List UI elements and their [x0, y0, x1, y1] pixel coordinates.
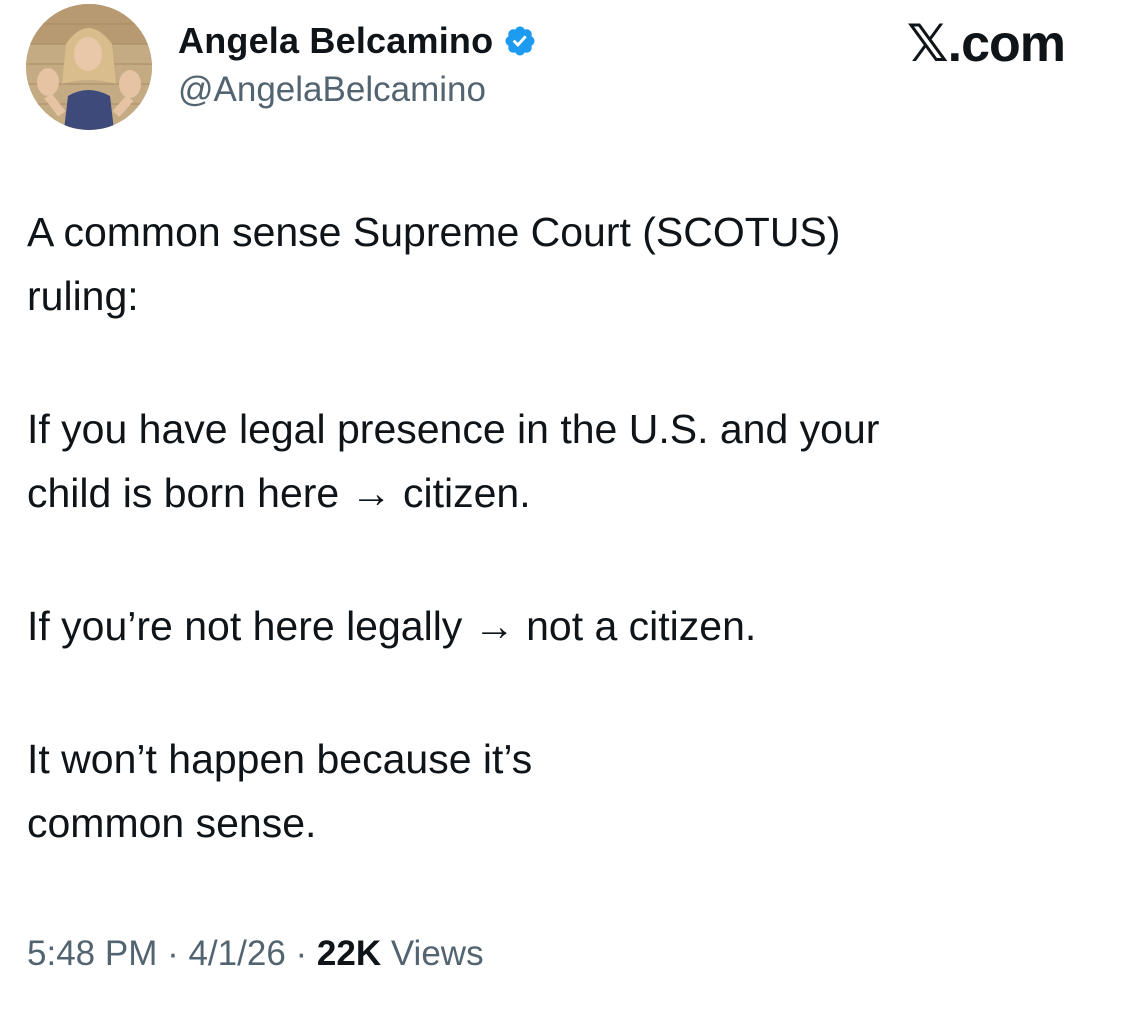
- author-handle[interactable]: @AngelaBelcamino: [178, 70, 537, 110]
- tweet-paragraph: If you’re not here legally → not a citiz…: [27, 603, 757, 649]
- tweet-time[interactable]: 5:48 PM: [27, 934, 157, 973]
- tweet-card: Angela Belcamino @AngelaBelcamino 𝕏.com …: [0, 0, 1125, 1011]
- tweet-text: A common sense Supreme Court (SCOTUS) ru…: [27, 200, 1087, 855]
- x-brand-logo: 𝕏.com: [906, 15, 1066, 73]
- meta-separator: ·: [157, 934, 189, 973]
- verified-badge-icon: [503, 24, 537, 58]
- tweet-meta: 5:48 PM · 4/1/26 · 22K Views: [27, 934, 484, 974]
- author-info: Angela Belcamino @AngelaBelcamino: [178, 16, 537, 110]
- tweet-paragraph: If you have legal presence in the U.S. a…: [27, 406, 880, 516]
- author-name-row: Angela Belcamino: [178, 16, 537, 66]
- meta-separator: ·: [285, 934, 317, 973]
- tweet-date[interactable]: 4/1/26: [188, 934, 285, 973]
- tweet-paragraph: It won’t happen because it’s common sens…: [27, 736, 533, 846]
- views-label: Views: [390, 934, 484, 973]
- author-display-name[interactable]: Angela Belcamino: [178, 20, 493, 62]
- avatar[interactable]: [26, 4, 152, 130]
- tweet-paragraph: A common sense Supreme Court (SCOTUS) ru…: [27, 209, 841, 319]
- avatar-photo-icon: [26, 4, 152, 130]
- views-count[interactable]: 22K: [317, 934, 381, 973]
